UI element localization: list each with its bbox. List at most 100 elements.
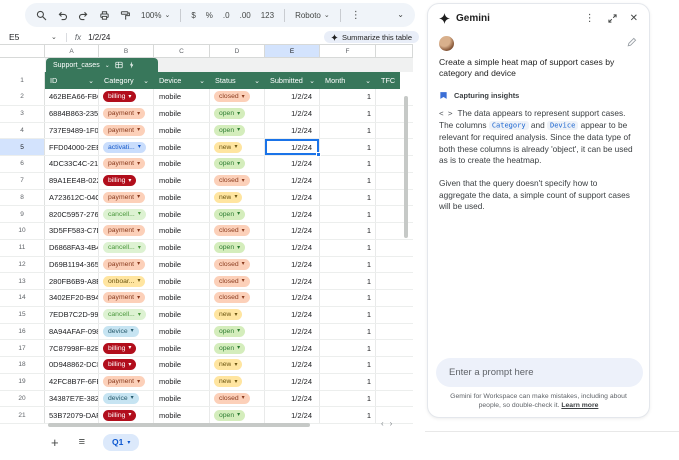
cell-category[interactable]: payment ▾ xyxy=(99,223,154,239)
row-header-2[interactable]: 2 xyxy=(0,89,45,105)
cell-id[interactable]: A723612C-04C0 xyxy=(45,189,99,206)
cell-submitted[interactable]: 1/2/24 xyxy=(265,407,320,423)
status-chip[interactable]: closed ▾ xyxy=(214,258,250,270)
cell-status[interactable]: open ▾ xyxy=(210,206,265,222)
cell-category[interactable]: billing ▾ xyxy=(99,172,154,189)
cell-tfc[interactable] xyxy=(376,273,413,289)
cell-status[interactable]: new ▾ xyxy=(210,357,265,373)
cell-submitted[interactable]: 1/2/24 xyxy=(265,206,320,222)
close-panel-icon[interactable]: ✕ xyxy=(630,13,638,24)
cell-category[interactable]: payment ▾ xyxy=(99,256,154,273)
cell-device[interactable]: mobile xyxy=(154,206,210,222)
column-header-F[interactable]: F xyxy=(320,45,376,57)
prompt-input[interactable] xyxy=(436,358,643,387)
cell-category[interactable]: billing ▾ xyxy=(99,340,154,356)
cell-tfc[interactable] xyxy=(376,257,413,273)
cell-id[interactable]: 737E9489-1F0E xyxy=(45,122,99,139)
row-header-4[interactable]: 4 xyxy=(0,122,45,139)
add-sheet-button[interactable]: + xyxy=(51,436,59,449)
status-chip[interactable]: new ▾ xyxy=(214,141,243,153)
cell-submitted[interactable]: 1/2/24 xyxy=(265,340,320,356)
row-header-5[interactable]: 5 xyxy=(0,139,45,155)
cell-status[interactable]: open ▾ xyxy=(210,323,265,340)
cell-category[interactable]: billing ▾ xyxy=(99,407,154,423)
row-header-7[interactable]: 7 xyxy=(0,172,45,189)
cell-id[interactable]: 89A1EE4B-0221 xyxy=(45,172,99,189)
cell-submitted[interactable]: 1/2/24 xyxy=(265,390,320,407)
table-header-device[interactable]: Device ⌄ xyxy=(154,72,210,89)
cell-id[interactable]: 3402EF20-B941 xyxy=(45,290,99,306)
table-name-tab[interactable]: Support_cases ⌄ xyxy=(46,58,158,72)
cell-device[interactable]: mobile xyxy=(154,273,210,289)
more-options-icon[interactable]: ⋮ xyxy=(351,10,361,21)
cell-id[interactable]: 280FB6B9-A8E2 xyxy=(45,273,99,289)
cell-tfc[interactable] xyxy=(376,391,413,407)
search-icon[interactable] xyxy=(36,10,47,21)
status-chip[interactable]: open ▾ xyxy=(214,242,246,254)
status-chip[interactable]: new ▾ xyxy=(214,376,243,388)
cell-category[interactable]: cancell... ▾ xyxy=(99,306,154,323)
percent-format-button[interactable]: % xyxy=(206,11,213,20)
cell-status[interactable]: new ▾ xyxy=(210,373,265,390)
row-header-19[interactable]: 19 xyxy=(0,373,45,390)
learn-more-link[interactable]: Learn more xyxy=(561,402,598,409)
cell-id[interactable]: 7EDB7C2D-9971 xyxy=(45,306,99,323)
cell-category[interactable]: activati... ▾ xyxy=(99,139,154,155)
cell-category[interactable]: payment ▾ xyxy=(99,105,154,122)
status-chip[interactable]: open ▾ xyxy=(214,124,246,136)
cell-status[interactable]: new ▾ xyxy=(210,306,265,323)
table-header-month[interactable]: Month ⌄ xyxy=(320,72,376,89)
cell-status[interactable]: new ▾ xyxy=(210,139,265,155)
category-chip[interactable]: device ▾ xyxy=(103,325,139,337)
status-chip[interactable]: new ▾ xyxy=(214,309,243,321)
table-header-submitted[interactable]: Submitted ⌄ xyxy=(265,72,320,89)
cell-device[interactable]: mobile xyxy=(154,407,210,423)
status-chip[interactable]: new ▾ xyxy=(214,359,243,371)
cell-submitted[interactable]: 1/2/24 xyxy=(265,89,320,105)
cell-device[interactable]: mobile xyxy=(154,105,210,122)
row-header-13[interactable]: 13 xyxy=(0,273,45,289)
cell-month[interactable]: 1 xyxy=(320,390,376,407)
cell-category[interactable]: billing ▾ xyxy=(99,89,154,105)
cell-month[interactable]: 1 xyxy=(320,239,376,256)
cell-month[interactable]: 1 xyxy=(320,373,376,390)
row-header-8[interactable]: 8 xyxy=(0,189,45,206)
category-chip[interactable]: payment ▾ xyxy=(103,376,146,388)
category-chip[interactable]: onboar... ▾ xyxy=(103,275,146,287)
cell-submitted[interactable]: 1/2/24 xyxy=(265,139,321,157)
cell-submitted[interactable]: 1/2/24 xyxy=(265,105,320,122)
cell-status[interactable]: open ▾ xyxy=(210,105,265,122)
row-header-12[interactable]: 12 xyxy=(0,256,45,273)
status-chip[interactable]: closed ▾ xyxy=(214,225,250,237)
cell-status[interactable]: closed ▾ xyxy=(210,223,265,239)
cell-submitted[interactable]: 1/2/24 xyxy=(265,122,320,139)
cell-category[interactable]: payment ▾ xyxy=(99,290,154,306)
cell-id[interactable]: D6868FA3-4B49 xyxy=(45,239,99,256)
cell-submitted[interactable]: 1/2/24 xyxy=(265,323,320,340)
row-header-20[interactable]: 20 xyxy=(0,390,45,407)
status-chip[interactable]: open ▾ xyxy=(214,158,246,170)
table-header-status[interactable]: Status ⌄ xyxy=(210,72,265,89)
cell-month[interactable]: 1 xyxy=(320,273,376,289)
cell-status[interactable]: open ▾ xyxy=(210,407,265,423)
status-chip[interactable]: closed ▾ xyxy=(214,392,250,404)
cell-month[interactable]: 1 xyxy=(320,122,376,139)
cell-tfc[interactable] xyxy=(376,340,413,356)
cell-device[interactable]: mobile xyxy=(154,340,210,356)
print-icon[interactable] xyxy=(99,10,110,21)
status-chip[interactable]: closed ▾ xyxy=(214,175,250,187)
cell-status[interactable]: open ▾ xyxy=(210,156,265,172)
increase-decimal-button[interactable]: .00 xyxy=(240,11,251,20)
category-chip[interactable]: billing ▾ xyxy=(103,409,137,421)
cell-device[interactable]: mobile xyxy=(154,390,210,407)
cell-device[interactable]: mobile xyxy=(154,172,210,189)
cell-device[interactable]: mobile xyxy=(154,122,210,139)
horizontal-scrollbar[interactable] xyxy=(48,423,310,427)
status-chip[interactable]: closed ▾ xyxy=(214,292,250,304)
category-chip[interactable]: payment ▾ xyxy=(103,108,146,120)
category-chip[interactable]: billing ▾ xyxy=(103,342,137,354)
cell-month[interactable]: 1 xyxy=(320,340,376,356)
category-chip[interactable]: payment ▾ xyxy=(103,258,146,270)
scroll-right-icon[interactable]: › xyxy=(390,419,393,428)
cell-category[interactable]: onboar... ▾ xyxy=(99,273,154,289)
